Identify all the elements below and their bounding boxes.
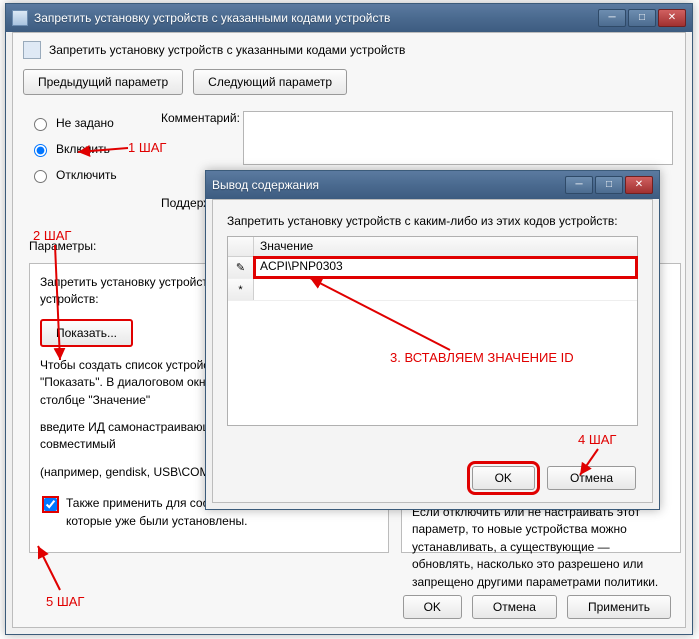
grid-col-value: Значение — [254, 237, 637, 256]
grid-cell-new[interactable] — [254, 279, 637, 300]
previous-setting-button[interactable]: Предыдущий параметр — [23, 69, 183, 95]
main-apply-button[interactable]: Применить — [567, 595, 671, 619]
grid-row-1[interactable]: ✎ ACPI\PNP0303 — [228, 257, 637, 279]
radio-enabled[interactable]: Включить — [29, 141, 117, 157]
main-titlebar: Запретить установку устройств с указанны… — [6, 4, 692, 32]
parameters-label: Параметры: — [29, 239, 96, 253]
grid-row-new[interactable]: * — [228, 279, 637, 301]
close-button[interactable]: ✕ — [658, 9, 686, 27]
dialog-cancel-button[interactable]: Отмена — [547, 466, 636, 490]
comment-textarea[interactable] — [243, 111, 673, 165]
main-ok-button[interactable]: OK — [403, 595, 462, 619]
app-icon — [12, 10, 28, 26]
value-grid[interactable]: Значение ✎ ACPI\PNP0303 * — [227, 236, 638, 426]
comment-label: Комментарий: — [161, 111, 240, 125]
show-contents-dialog: Вывод содержания ─ □ ✕ Запретить установ… — [205, 170, 660, 510]
dialog-prompt: Запретить установку устройств с каким-ли… — [213, 200, 652, 236]
dialog-client: Запретить установку устройств с каким-ли… — [212, 199, 653, 503]
radio-disabled-label: Отключить — [56, 168, 117, 182]
maximize-button[interactable]: □ — [628, 9, 656, 27]
radio-disabled-input[interactable] — [34, 170, 47, 183]
grid-header: Значение — [228, 237, 637, 257]
policy-icon — [23, 41, 41, 59]
next-setting-button[interactable]: Следующий параметр — [193, 69, 347, 95]
grid-corner — [228, 237, 254, 256]
dialog-titlebar: Вывод содержания ─ □ ✕ — [206, 171, 659, 199]
radio-disabled[interactable]: Отключить — [29, 167, 117, 183]
header-row: Запретить установку устройств с указанны… — [13, 33, 685, 67]
also-apply-checkbox[interactable] — [44, 498, 57, 511]
radio-enabled-label: Включить — [56, 142, 110, 156]
radio-not-configured-label: Не задано — [56, 116, 114, 130]
radio-not-configured[interactable]: Не задано — [29, 115, 117, 131]
minimize-button[interactable]: ─ — [598, 9, 626, 27]
main-title: Запретить установку устройств с указанны… — [34, 11, 598, 25]
radio-not-configured-input[interactable] — [34, 118, 47, 131]
dialog-ok-button[interactable]: OK — [472, 466, 535, 490]
main-cancel-button[interactable]: Отмена — [472, 595, 557, 619]
help-text: Если отключить или не настраивать этот п… — [412, 504, 670, 591]
row-marker-new-icon: * — [228, 279, 254, 300]
radio-enabled-input[interactable] — [34, 144, 47, 157]
row-marker-edit-icon: ✎ — [228, 257, 254, 278]
dialog-maximize-button[interactable]: □ — [595, 176, 623, 194]
grid-cell-value-1[interactable]: ACPI\PNP0303 — [254, 257, 637, 278]
dialog-title: Вывод содержания — [212, 178, 565, 192]
header-text: Запретить установку устройств с указанны… — [49, 43, 405, 57]
dialog-close-button[interactable]: ✕ — [625, 176, 653, 194]
show-button[interactable]: Показать... — [40, 319, 133, 347]
dialog-minimize-button[interactable]: ─ — [565, 176, 593, 194]
